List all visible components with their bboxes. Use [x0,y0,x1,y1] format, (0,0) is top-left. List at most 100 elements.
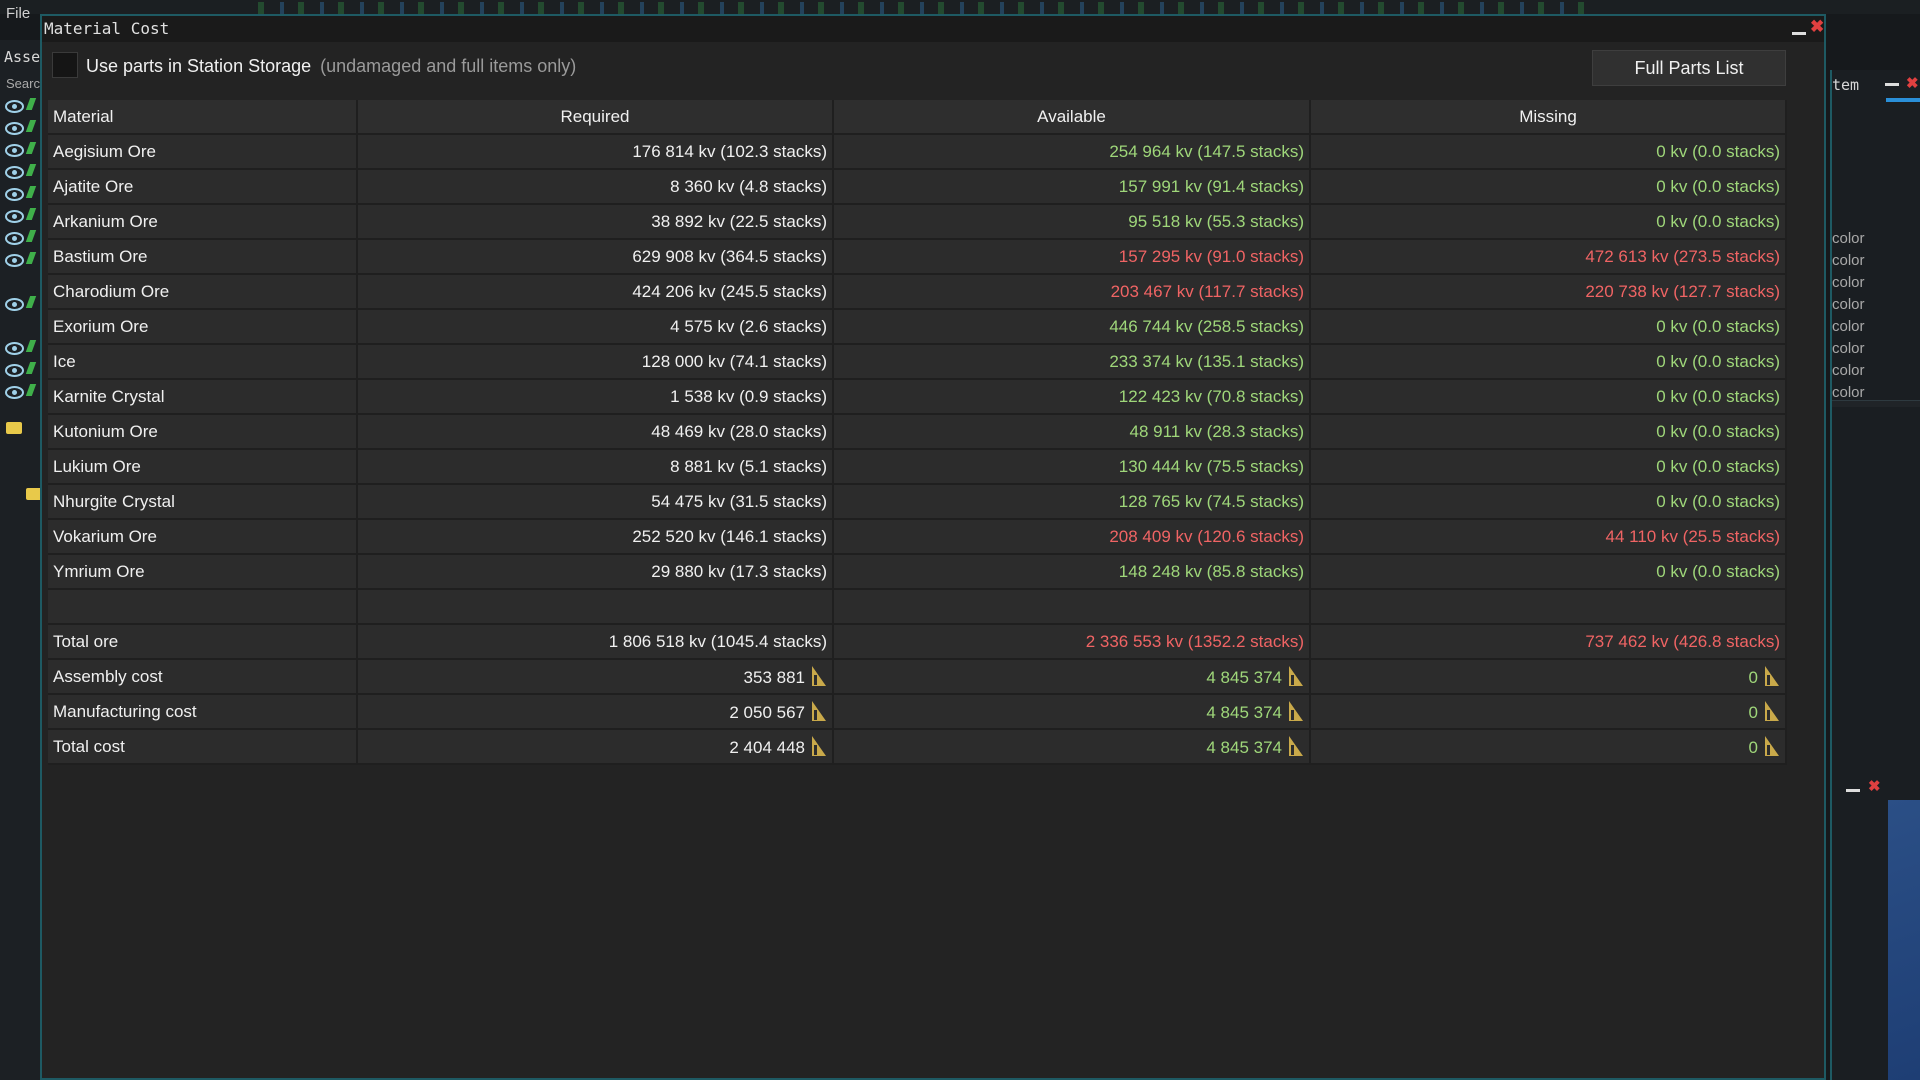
scrollbar[interactable] [1886,98,1920,102]
station-storage-checkbox[interactable] [52,52,78,78]
table-row[interactable]: Vokarium Ore 252 520 kv (146.1 stacks) 208… [48,519,1787,555]
viewport-preview [1888,800,1920,1080]
eye-icon[interactable] [5,364,24,377]
edit-icon[interactable] [25,208,37,220]
table-row[interactable]: Bastium Ore 629 908 kv (364.5 stacks) 157 … [48,239,1787,275]
eye-icon[interactable] [5,188,24,201]
column-header-missing[interactable]: Missing [1310,100,1787,135]
eye-icon[interactable] [5,386,24,399]
table-row[interactable]: Manufacturing cost 2 050 567 4 845 374 0 [48,694,1787,730]
table-row[interactable]: Lukium Ore 8 881 kv (5.1 stacks) 130 444 k… [48,449,1787,485]
layer-row[interactable] [5,186,37,202]
assets-search-input[interactable]: Searc [6,76,40,91]
edit-icon[interactable] [25,186,37,198]
layer-row[interactable] [5,340,37,356]
edit-icon[interactable] [25,296,37,308]
table-row[interactable]: Ymrium Ore 29 880 kv (17.3 stacks) 148 248… [48,554,1787,590]
layer-row[interactable] [5,164,37,180]
edit-icon[interactable] [25,362,37,374]
table-row[interactable]: Nhurgite Crystal 54 475 kv (31.5 stacks) 1… [48,484,1787,520]
editor-toolbar[interactable] [258,2,1588,14]
layer-row[interactable] [5,384,37,400]
table-row[interactable]: Ice 128 000 kv (74.1 stacks) 233 374 kv (1… [48,344,1787,380]
available-cell: 4 845 374 [833,659,1311,695]
edit-icon[interactable] [25,120,37,132]
color-property-label[interactable]: color [1832,318,1865,335]
table-row[interactable]: Charodium Ore 424 206 kv (245.5 stacks) 20… [48,274,1787,310]
column-header-required[interactable]: Required [357,100,834,135]
close-icon[interactable]: ✖ [1906,74,1919,92]
available-cell-value: 233 374 kv (135.1 stacks) [1109,351,1304,371]
color-property-label[interactable]: color [1832,384,1865,401]
eye-icon[interactable] [5,232,24,245]
edit-icon[interactable] [25,164,37,176]
eye-icon[interactable] [5,254,24,267]
eye-icon[interactable] [5,144,24,157]
table-header-row: Material Required Available Missing [48,100,1787,135]
table-row[interactable]: Total cost 2 404 448 4 845 374 0 [48,729,1787,765]
material-name-value: Ice [53,351,76,371]
missing-cell-value: 0 kv (0.0 stacks) [1656,456,1780,476]
color-property-label[interactable]: color [1832,230,1865,247]
color-property-label[interactable]: color [1832,296,1865,313]
eye-icon[interactable] [5,122,24,135]
table-row[interactable]: Assembly cost 353 881 4 845 374 0 [48,659,1787,695]
edit-icon[interactable] [25,142,37,154]
folder-icon[interactable] [6,422,22,434]
minimize-icon[interactable] [1885,83,1899,86]
color-property-label[interactable]: color [1832,362,1865,379]
table-row[interactable]: Aegisium Ore 176 814 kv (102.3 stacks) 254… [48,134,1787,170]
edit-icon[interactable] [25,252,37,264]
column-header-material[interactable]: Material [48,100,358,135]
eye-icon[interactable] [5,342,24,355]
full-parts-list-button[interactable]: Full Parts List [1592,50,1786,86]
table-row[interactable]: Arkanium Ore 38 892 kv (22.5 stacks) 95 51… [48,204,1787,240]
close-icon[interactable]: ✖ [1868,777,1881,795]
table-row[interactable]: Karnite Crystal 1 538 kv (0.9 stacks) 122 … [48,379,1787,415]
layer-row[interactable] [5,98,37,114]
available-cell-value: 446 744 kv (258.5 stacks) [1109,316,1304,336]
missing-cell: 737 462 kv (426.8 stacks) [1310,624,1787,660]
material-name: Aegisium Ore [48,134,358,170]
minimize-icon[interactable] [1792,32,1806,35]
assets-panel-title[interactable]: Asse [4,48,40,66]
table-row[interactable]: Ajatite Ore 8 360 kv (4.8 stacks) 157 991 … [48,169,1787,205]
required-cell: 1 806 518 kv (1045.4 stacks) [357,624,834,660]
menu-file[interactable]: File [6,5,30,22]
material-name: Ice [48,344,358,380]
table-row[interactable]: Kutonium Ore 48 469 kv (28.0 stacks) 48 91… [48,414,1787,450]
layer-row[interactable] [5,362,37,378]
edit-icon[interactable] [25,384,37,396]
close-icon[interactable]: ✖ [1810,17,1824,37]
edit-icon[interactable] [25,230,37,242]
edit-icon[interactable] [25,340,37,352]
column-header-available[interactable]: Available [833,100,1311,135]
missing-cell: 220 738 kv (127.7 stacks) [1310,274,1787,310]
layer-row[interactable] [5,230,37,246]
missing-cell: 0 kv (0.0 stacks) [1310,204,1787,240]
eye-icon[interactable] [5,210,24,223]
layer-row[interactable] [5,142,37,158]
missing-cell-value: 0 kv (0.0 stacks) [1656,561,1780,581]
eye-icon[interactable] [5,298,24,311]
missing-cell-value: 0 kv (0.0 stacks) [1656,491,1780,511]
edit-icon[interactable] [25,98,37,110]
eye-icon[interactable] [5,100,24,113]
layer-row[interactable] [5,252,37,268]
color-property-label[interactable]: color [1832,340,1865,357]
table-row[interactable]: Exorium Ore 4 575 kv (2.6 stacks) 446 744 … [48,309,1787,345]
dialog-titlebar[interactable]: Material Cost ✖ [42,16,1824,42]
layer-row[interactable] [5,120,37,136]
available-cell-value: 128 765 kv (74.5 stacks) [1118,491,1304,511]
color-property-label[interactable]: color [1832,274,1865,291]
layer-row[interactable] [5,296,37,312]
missing-cell: 0 kv (0.0 stacks) [1310,379,1787,415]
layer-row[interactable] [5,208,37,224]
table-row[interactable]: Total ore 1 806 518 kv (1045.4 stacks) 2 3… [48,624,1787,660]
minimize-icon[interactable] [1846,789,1860,792]
available-cell-value: 122 423 kv (70.8 stacks) [1118,386,1304,406]
color-property-label[interactable]: color [1832,252,1865,269]
required-cell-value: 2 404 448 [729,737,805,757]
eye-icon[interactable] [5,166,24,179]
station-storage-label[interactable]: Use parts in Station Storage (undamaged … [86,56,576,77]
